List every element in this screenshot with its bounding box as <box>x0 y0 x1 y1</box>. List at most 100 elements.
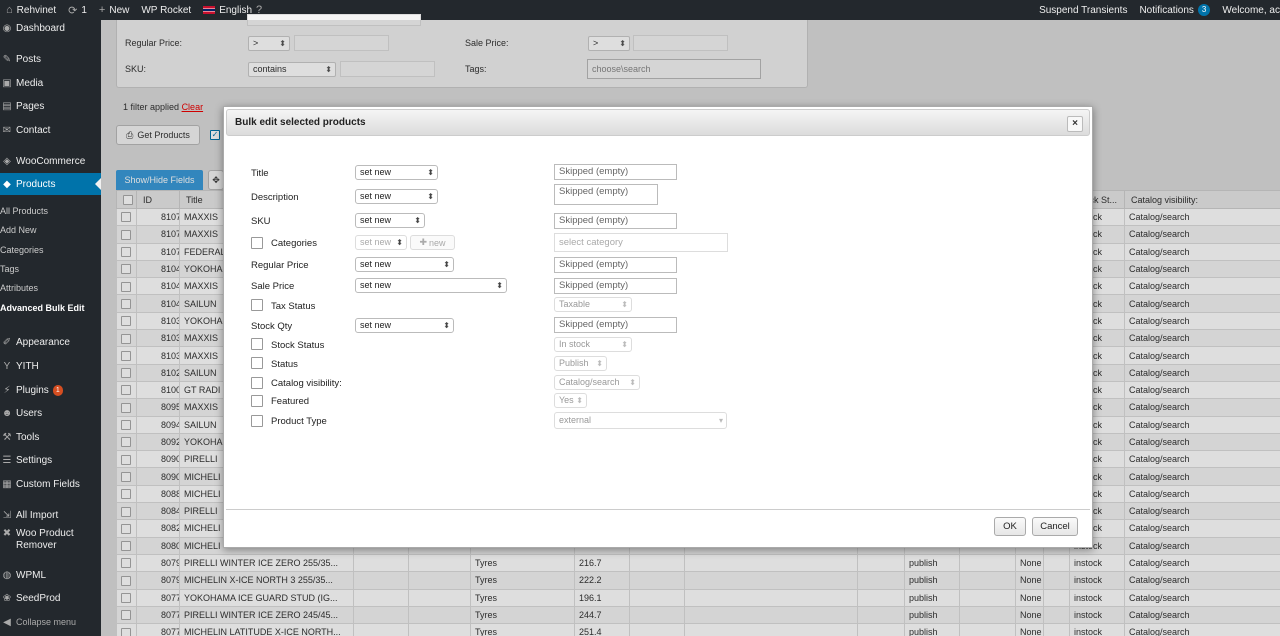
menu-settings[interactable]: ☰ Settings <box>0 449 101 471</box>
sku-value-input[interactable]: Skipped (empty) <box>554 213 677 229</box>
stock-status-select[interactable]: In stock <box>554 337 632 352</box>
menu-users[interactable]: ☻ Users <box>0 402 101 424</box>
dialog-footer <box>226 509 1090 510</box>
wp-rocket-link[interactable]: WP Rocket <box>135 0 197 20</box>
menu-pages[interactable]: ▤ Pages <box>0 95 101 117</box>
globe-icon: ◍ <box>2 569 12 581</box>
suspend-transients-link[interactable]: Suspend Transients <box>1033 0 1133 20</box>
mail-icon: ✉ <box>2 124 12 136</box>
menu-custom-fields[interactable]: ▦ Custom Fields <box>0 473 101 495</box>
product-type-label: Product Type <box>271 416 327 427</box>
tax-status-label: Tax Status <box>271 301 316 312</box>
fields-icon: ▦ <box>2 478 12 490</box>
menu-woo-product-remover[interactable]: ✖ Woo Product Remover <box>0 524 101 554</box>
tax-status-select[interactable]: Taxable <box>554 297 632 312</box>
import-icon: ⇲ <box>2 509 12 521</box>
notifications-count-badge: 3 <box>1197 4 1211 16</box>
catalog-visibility-checkbox[interactable] <box>251 377 263 389</box>
menu-plugins[interactable]: ⚡ Plugins 1 <box>0 379 101 401</box>
submenu-add-new[interactable]: Add New <box>0 222 101 238</box>
dialog-title: Bulk edit selected products <box>235 117 366 128</box>
remover-icon: ✖ <box>2 528 12 539</box>
notifications-link[interactable]: Notifications 3 <box>1133 0 1216 20</box>
pin-icon: ✎ <box>2 53 12 65</box>
menu-appearance[interactable]: ✐ Appearance <box>0 331 101 353</box>
menu-woocommerce[interactable]: ◈ WooCommerce <box>0 150 101 172</box>
status-select[interactable]: Publish <box>554 356 607 371</box>
uk-flag-icon <box>203 6 216 14</box>
featured-checkbox[interactable] <box>251 395 263 407</box>
welcome-user-link[interactable]: Welcome, ac <box>1216 0 1280 20</box>
regular-price-value-input[interactable]: Skipped (empty) <box>554 257 677 273</box>
title-label: Title <box>251 168 269 179</box>
menu-all-import[interactable]: ⇲ All Import <box>0 504 101 526</box>
tax-status-checkbox[interactable] <box>251 299 263 311</box>
title-mode-select[interactable]: set new <box>355 165 438 180</box>
cancel-button[interactable]: Cancel <box>1032 517 1078 536</box>
submenu-tags[interactable]: Tags <box>0 261 101 277</box>
featured-select[interactable]: Yes <box>554 393 587 408</box>
dashboard-icon: ◉ <box>2 22 12 34</box>
menu-yith[interactable]: Y YITH <box>0 355 101 377</box>
category-select-input[interactable]: select category <box>554 233 728 252</box>
admin-sidebar: ◉ Dashboard ✎ Posts ▣ Media ▤ Pages ✉ Contact… <box>0 20 101 636</box>
status-label: Status <box>271 359 298 370</box>
categories-label: Categories <box>271 238 317 249</box>
media-icon: ▣ <box>2 77 12 89</box>
menu-wpml[interactable]: ◍ WPML <box>0 564 101 586</box>
products-icon: ◆ <box>3 178 11 190</box>
product-type-checkbox[interactable] <box>251 415 263 427</box>
menu-posts[interactable]: ✎ Posts <box>0 48 101 70</box>
seed-icon: ❀ <box>2 592 12 604</box>
regular-price-mode-select[interactable]: set new <box>355 257 454 272</box>
bulk-edit-dialog: Bulk edit selected products × Title set n… <box>223 106 1093 548</box>
yith-icon: Y <box>3 360 11 372</box>
status-checkbox[interactable] <box>251 357 263 369</box>
menu-contact[interactable]: ✉ Contact <box>0 119 101 141</box>
regular-price-label: Regular Price <box>251 260 309 271</box>
wrench-icon: ⚒ <box>2 431 12 443</box>
catalog-visibility-select[interactable]: Catalog/search <box>554 375 640 390</box>
sku-label: SKU <box>251 216 271 227</box>
plug-icon: ⚡ <box>3 384 11 396</box>
new-content-link[interactable]: + New <box>93 0 135 20</box>
user-icon: ☻ <box>1 407 13 419</box>
description-mode-select[interactable]: set new <box>355 189 438 204</box>
woo-icon: ◈ <box>3 155 11 167</box>
stock-status-checkbox[interactable] <box>251 338 263 350</box>
plus-icon: + <box>98 4 106 16</box>
home-icon: ⌂ <box>6 4 13 16</box>
close-icon[interactable]: × <box>1067 116 1083 132</box>
stock-qty-label: Stock Qty <box>251 321 293 332</box>
menu-products[interactable]: ◆ Products <box>0 173 101 195</box>
admin-bar: ⌂ Rehvinet ⟳ 1 + New WP Rocket English? Sus… <box>0 0 1280 20</box>
submenu-categories[interactable]: Categories <box>0 242 101 258</box>
menu-tools[interactable]: ⚒ Tools <box>0 426 101 448</box>
site-name-link[interactable]: ⌂ Rehvinet <box>0 0 62 20</box>
updates-link[interactable]: ⟳ 1 <box>62 0 93 20</box>
collapse-icon: ◀ <box>3 616 11 628</box>
plus-icon: ✚ <box>419 237 428 247</box>
sale-price-mode-select[interactable]: set new <box>355 278 507 293</box>
stock-qty-value-input[interactable]: Skipped (empty) <box>554 317 677 333</box>
menu-media[interactable]: ▣ Media <box>0 72 101 94</box>
collapse-menu-button[interactable]: ◀ Collapse menu <box>0 611 101 633</box>
description-value-textarea[interactable]: Skipped (empty) <box>554 184 658 205</box>
submenu-advanced-bulk-edit[interactable]: Advanced Bulk Edit <box>0 300 101 316</box>
page-icon: ▤ <box>2 100 12 112</box>
featured-label: Featured <box>271 396 310 407</box>
categories-mode-select[interactable]: set new <box>355 235 407 250</box>
sliders-icon: ☰ <box>2 454 12 466</box>
menu-dashboard[interactable]: ◉ Dashboard <box>0 20 101 39</box>
sku-mode-select[interactable]: set new <box>355 213 425 228</box>
categories-checkbox[interactable] <box>251 237 263 249</box>
title-value-input[interactable]: Skipped (empty) <box>554 164 677 180</box>
product-type-select[interactable]: external <box>554 412 727 429</box>
stock-qty-mode-select[interactable]: set new <box>355 318 454 333</box>
sale-price-value-input[interactable]: Skipped (empty) <box>554 278 677 294</box>
submenu-all-products[interactable]: All Products <box>0 203 101 219</box>
ok-button[interactable]: OK <box>994 517 1026 536</box>
add-category-button[interactable]: ✚ new <box>410 235 455 250</box>
menu-seedprod[interactable]: ❀ SeedProd <box>0 587 101 609</box>
submenu-attributes[interactable]: Attributes <box>0 280 101 296</box>
